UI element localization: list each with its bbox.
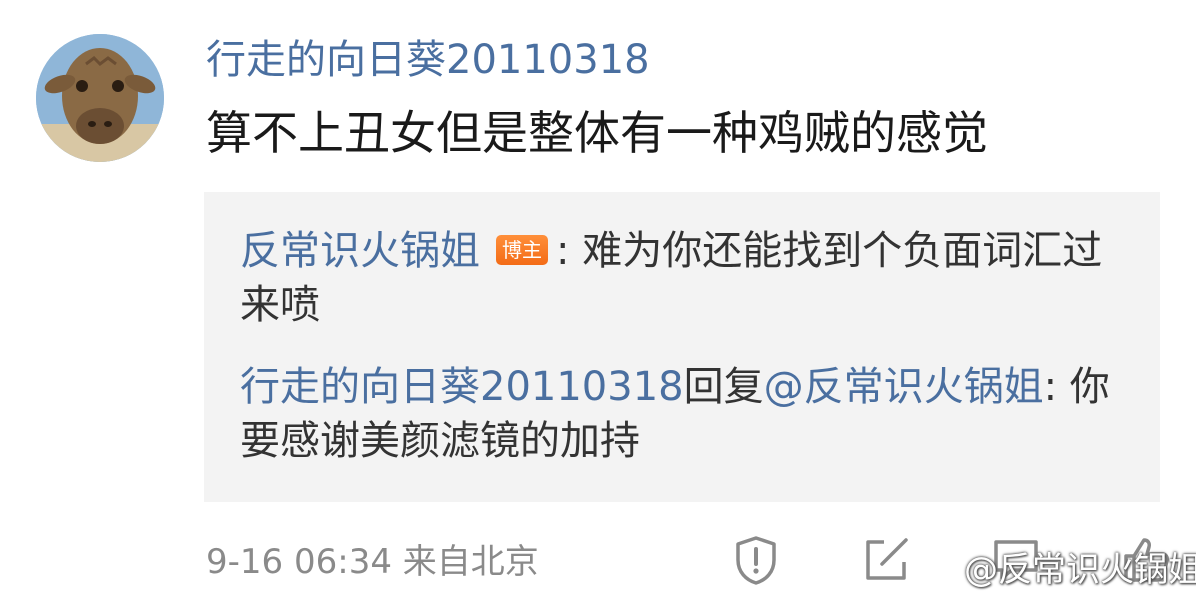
report-icon — [736, 536, 776, 585]
share-button[interactable] — [860, 534, 912, 586]
user-avatar[interactable] — [36, 34, 164, 162]
reply-separator: : — [556, 228, 583, 274]
reply-author[interactable]: 行走的向日葵20110318 — [240, 364, 684, 410]
reply-item: 反常识火锅姐 博主: 难为你还能找到个负面词汇过来喷 — [240, 224, 1140, 332]
watermark-text: @反常识火锅姐 — [964, 550, 1196, 590]
giraffe-avatar-icon — [36, 34, 164, 162]
reply-separator: : — [1043, 364, 1070, 410]
reply-mention[interactable]: @反常识火锅姐 — [764, 364, 1044, 410]
weibo-logo-icon — [918, 555, 957, 587]
comment-location: 来自北京 — [402, 542, 539, 582]
comment-meta: 9-16 06:34 来自北京 — [206, 535, 539, 589]
share-icon — [866, 538, 908, 580]
reply-author[interactable]: 反常识火锅姐 — [240, 228, 480, 274]
watermark: @反常识火锅姐 — [918, 546, 1196, 594]
reply-word: 回复 — [683, 364, 764, 410]
comment-time: 9-16 06:34 — [206, 542, 392, 582]
reply-item: 行走的向日葵20110318回复@反常识火锅姐: 你要感谢美颜滤镜的加持 — [240, 360, 1140, 468]
comment-username[interactable]: 行走的向日葵20110318 — [206, 34, 650, 86]
blogger-badge: 博主 — [496, 235, 548, 265]
report-button[interactable] — [730, 534, 782, 586]
reply-box[interactable]: 反常识火锅姐 博主: 难为你还能找到个负面词汇过来喷 行走的向日葵20110318… — [204, 192, 1160, 502]
comment-card: 行走的向日葵20110318 算不上丑女但是整体有一种鸡贼的感觉 反常识火锅姐博… — [0, 0, 1196, 600]
comment-text: 算不上丑女但是整体有一种鸡贼的感觉 — [206, 106, 988, 160]
